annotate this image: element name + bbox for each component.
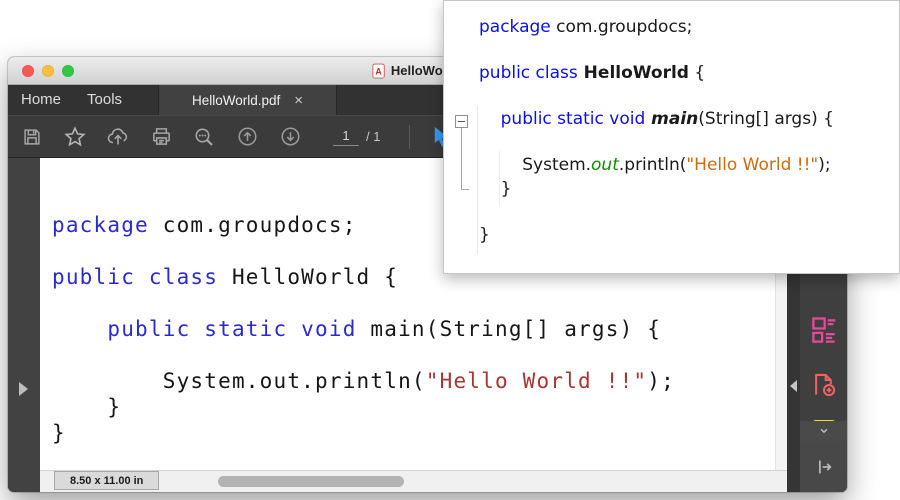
code-segment-bold: HelloWorld — [578, 63, 689, 83]
tab-home[interactable]: Home — [8, 85, 74, 115]
page-number-input[interactable]: 1 — [333, 128, 359, 146]
code-segment-keyword: package — [52, 213, 149, 237]
code-segment-plain — [52, 317, 107, 341]
horizontal-scrollbar-thumb[interactable] — [218, 476, 404, 487]
open-panel-icon[interactable] — [813, 456, 835, 478]
code-segment-keyword: public static void — [107, 317, 356, 341]
code-segment-plain: { — [689, 63, 705, 83]
next-page-button[interactable] — [278, 125, 302, 149]
zoom-button[interactable] — [192, 125, 216, 149]
code-segment-keyword: package — [479, 17, 551, 37]
indent-guide — [477, 105, 478, 255]
code-segment-plain — [479, 109, 501, 129]
overlay-code-block: package com.groupdocs; public class Hello… — [444, 1, 899, 247]
indent-guide — [499, 151, 500, 205]
code-blank-line — [479, 39, 899, 61]
code-segment-plain: com.groupdocs; — [551, 17, 693, 37]
code-blank-line — [479, 131, 899, 153]
code-line: } — [52, 394, 775, 420]
code-segment-plain: } — [479, 225, 490, 245]
tab-document-label: HelloWorld.pdf — [192, 93, 280, 108]
page-up-icon — [236, 125, 259, 148]
code-line: public static void main(String[] args) { — [479, 107, 899, 131]
code-segment-plain: ); — [647, 369, 675, 393]
code-segment-keyword: public static void — [501, 109, 646, 129]
zoom-window-button[interactable] — [62, 65, 74, 77]
create-pdf-button[interactable] — [810, 371, 837, 403]
svg-text:A: A — [375, 66, 382, 76]
expand-left-panel-arrow-icon[interactable] — [19, 382, 28, 396]
code-segment-plain: ); — [818, 155, 830, 175]
code-segment-plain: } — [52, 395, 121, 419]
code-blank-line — [479, 85, 899, 107]
tab-close-icon[interactable]: × — [294, 93, 303, 108]
code-segment-string: "Hello World !!" — [686, 155, 818, 175]
code-segment-field: out — [591, 155, 619, 175]
code-segment-plain: (String[] args) { — [698, 109, 834, 129]
page-total-label: / 1 — [366, 129, 380, 144]
code-blank-line — [52, 342, 775, 368]
save-button[interactable] — [20, 125, 44, 149]
toolbar-separator — [409, 125, 410, 149]
page-number-control: 1 / 1 — [333, 128, 380, 146]
code-line: System.out.println("Hello World !!"); — [479, 153, 899, 177]
code-segment-plain: main(String[] args) { — [357, 317, 662, 341]
page-down-icon — [279, 125, 302, 148]
chevron-down-icon — [815, 424, 833, 438]
code-segment-plain: System.out.println( — [52, 369, 426, 393]
star-icon — [63, 125, 87, 149]
organize-pages-button[interactable] — [809, 316, 839, 351]
more-tools-button[interactable] — [800, 421, 847, 441]
status-bar: 8.50 x 11.00 in — [40, 470, 787, 492]
source-code-overlay-panel: package com.groupdocs; public class Hello… — [443, 0, 900, 274]
favorite-button[interactable] — [63, 125, 87, 149]
code-segment-keyword: public class — [479, 63, 578, 83]
print-button[interactable] — [149, 125, 173, 149]
close-window-button[interactable] — [22, 65, 34, 77]
sidebar-bottom-section — [800, 441, 847, 492]
code-segment-plain: HelloWorld { — [218, 265, 398, 289]
page-size-badge: 8.50 x 11.00 in — [54, 471, 159, 490]
code-fold-toggle-icon[interactable] — [455, 115, 468, 128]
tab-tools[interactable]: Tools — [74, 85, 135, 115]
code-segment-plain: com.groupdocs; — [149, 213, 357, 237]
screenshot-stage: A HelloWorld.pdf Home Tools HelloWorld.p… — [0, 0, 900, 500]
code-blank-line — [479, 201, 899, 223]
left-panel-strip — [8, 158, 40, 492]
organize-pages-icon — [809, 316, 839, 346]
previous-page-button[interactable] — [235, 125, 259, 149]
code-segment-string: "Hello World !!" — [426, 369, 648, 393]
search-zoom-icon — [192, 125, 216, 149]
code-fold-line-end — [461, 189, 469, 190]
code-line: System.out.println("Hello World !!"); — [52, 368, 775, 394]
code-line: } — [479, 177, 899, 201]
code-fold-line — [461, 128, 462, 189]
minimize-window-button[interactable] — [42, 65, 54, 77]
code-line: public class HelloWorld { — [479, 61, 899, 85]
code-segment-plain: } — [52, 421, 66, 445]
code-segment-bold-italic: main — [645, 109, 698, 129]
code-segment-plain: .println( — [619, 155, 686, 175]
code-line: public static void main(String[] args) { — [52, 316, 775, 342]
code-segment-plain: System. — [479, 155, 591, 175]
code-line: } — [479, 223, 899, 247]
pdf-document-icon: A — [372, 63, 386, 79]
code-line: } — [52, 420, 775, 446]
code-segment-keyword: public class — [52, 265, 218, 289]
share-button[interactable] — [106, 125, 130, 149]
cloud-upload-icon — [106, 125, 130, 149]
collapse-right-panel-arrow-icon[interactable] — [790, 380, 797, 392]
create-pdf-icon — [810, 371, 837, 398]
tab-document[interactable]: HelloWorld.pdf × — [158, 85, 337, 115]
traffic-lights — [22, 65, 74, 77]
code-blank-line — [52, 290, 775, 316]
print-icon — [150, 125, 173, 148]
code-line: package com.groupdocs; — [479, 15, 899, 39]
code-segment-plain: } — [479, 179, 511, 199]
save-icon — [21, 126, 43, 148]
